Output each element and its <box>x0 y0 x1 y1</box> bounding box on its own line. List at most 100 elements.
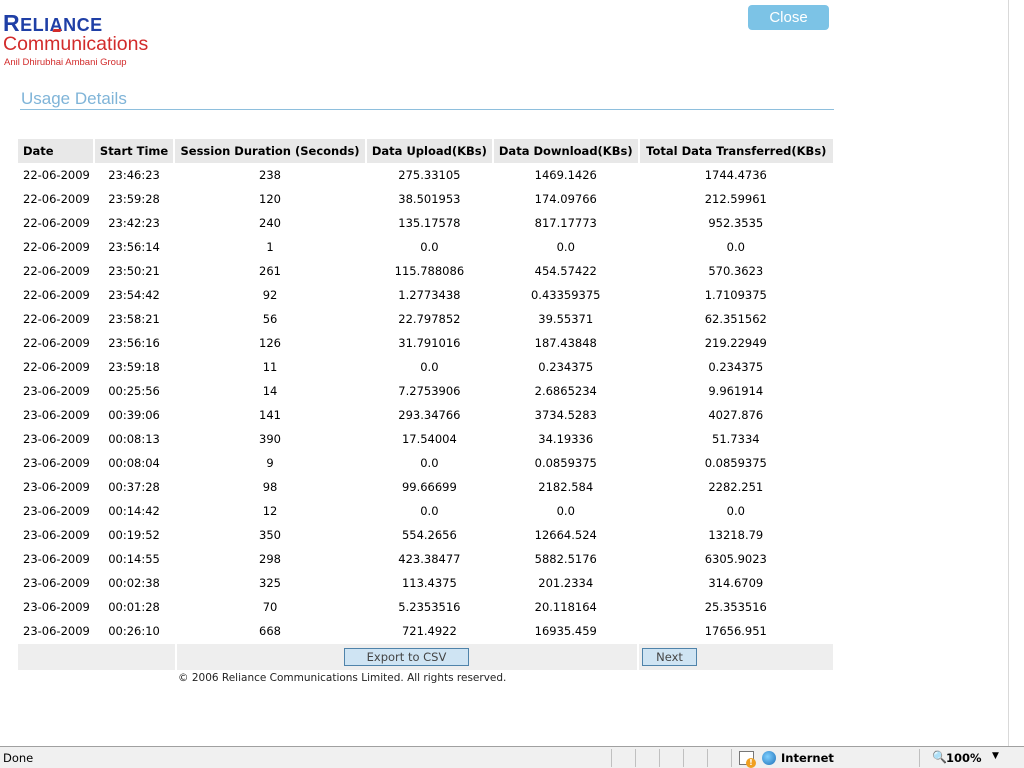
table-footer: Export to CSV Next <box>18 644 833 670</box>
footer-divider <box>175 644 177 670</box>
cell-start-time: 00:01:28 <box>108 600 160 614</box>
cell-upload: 0.0 <box>420 240 439 254</box>
status-separator <box>659 749 660 767</box>
browser-status-bar: Done Internet 🔍 100% ▼ <box>0 746 1024 768</box>
table-row: 23-06-2009 00:37:28 98 99.66699 2182.584 2282… <box>18 475 833 499</box>
cell-download: 2182.584 <box>538 480 594 494</box>
reliance-logo: RELIANCE Communications Anil Dhirubhai A… <box>3 10 173 72</box>
cell-start-time: 23:59:18 <box>108 360 160 374</box>
cell-start-time: 00:37:28 <box>108 480 160 494</box>
cell-start-time: 00:25:56 <box>108 384 160 398</box>
status-separator <box>707 749 708 767</box>
cell-start-time: 23:56:14 <box>108 240 160 254</box>
cell-date: 22-06-2009 <box>23 192 90 206</box>
title-divider <box>20 109 834 110</box>
cell-total: 0.0 <box>726 240 745 254</box>
column-header-download: Data Download(KBs) <box>491 139 639 163</box>
cell-download: 1469.1426 <box>534 168 597 182</box>
status-text: Done <box>3 751 34 765</box>
cell-start-time: 00:19:52 <box>108 528 160 542</box>
cell-duration: 325 <box>259 576 281 590</box>
table-row: 23-06-2009 00:14:42 12 0.0 0.0 0.0 <box>18 499 833 523</box>
cell-date: 22-06-2009 <box>23 360 90 374</box>
globe-icon <box>762 751 776 765</box>
table-row: 23-06-2009 00:19:52 350 554.2656 12664.524 13… <box>18 523 833 547</box>
cell-download: 0.0 <box>556 240 575 254</box>
protected-mode-icon[interactable] <box>739 751 756 768</box>
zoom-icon: 🔍 <box>932 750 947 764</box>
table-row: 22-06-2009 23:56:16 126 31.791016 187.43848 2… <box>18 331 833 355</box>
cell-download: 201.2334 <box>538 576 594 590</box>
cell-start-time: 00:39:06 <box>108 408 160 422</box>
zoom-dropdown-icon[interactable]: ▼ <box>992 751 999 761</box>
cell-total: 0.0859375 <box>704 456 767 470</box>
cell-download: 2.6865234 <box>534 384 597 398</box>
cell-start-time: 00:14:55 <box>108 552 160 566</box>
cell-duration: 9 <box>266 456 274 470</box>
vertical-scrollbar[interactable] <box>1008 0 1024 746</box>
cell-duration: 240 <box>259 216 281 230</box>
cell-duration: 668 <box>259 624 281 638</box>
copyright-text: © 2006 Reliance Communications Limited. … <box>178 672 507 684</box>
cell-duration: 126 <box>259 336 281 350</box>
footer-divider <box>637 644 639 670</box>
status-separator <box>731 749 732 767</box>
cell-download: 16935.459 <box>534 624 597 638</box>
cell-total: 0.234375 <box>708 360 764 374</box>
cell-upload: 135.17578 <box>398 216 461 230</box>
cell-download: 12664.524 <box>534 528 597 542</box>
cell-duration: 261 <box>259 264 281 278</box>
cell-total: 1.7109375 <box>704 288 767 302</box>
export-csv-button[interactable]: Export to CSV <box>344 648 469 666</box>
logo-group-name: Anil Dhirubhai Ambani Group <box>4 57 127 68</box>
cell-upload: 5.2353516 <box>398 600 461 614</box>
cell-date: 23-06-2009 <box>23 552 90 566</box>
cell-date: 23-06-2009 <box>23 480 90 494</box>
page-title: Usage Details <box>21 89 127 108</box>
cell-total: 25.353516 <box>704 600 767 614</box>
cell-upload: 38.501953 <box>398 192 461 206</box>
cell-date: 23-06-2009 <box>23 624 90 638</box>
cell-date: 22-06-2009 <box>23 336 90 350</box>
cell-upload: 22.797852 <box>398 312 461 326</box>
cell-upload: 0.0 <box>420 456 439 470</box>
next-page-button[interactable]: Next <box>642 648 697 666</box>
cell-date: 22-06-2009 <box>23 216 90 230</box>
cell-date: 22-06-2009 <box>23 312 90 326</box>
cell-duration: 1 <box>266 240 274 254</box>
status-separator <box>919 749 920 767</box>
logo-subtitle: Communications <box>3 33 149 55</box>
table-row: 23-06-2009 00:02:38 325 113.4375 201.2334 314… <box>18 571 833 595</box>
cell-duration: 298 <box>259 552 281 566</box>
cell-total: 314.6709 <box>708 576 764 590</box>
table-row: 22-06-2009 23:50:21 261 115.788086 454.57422… <box>18 259 833 283</box>
cell-total: 4027.876 <box>708 408 764 422</box>
table-row: 22-06-2009 23:54:42 92 1.2773438 0.43359375 1… <box>18 283 833 307</box>
cell-upload: 99.66699 <box>401 480 457 494</box>
cell-download: 5882.5176 <box>534 552 597 566</box>
table-header-row: Date Start Time Session Duration (Second… <box>18 139 833 163</box>
column-header-date: Date <box>18 139 94 163</box>
cell-upload: 275.33105 <box>398 168 461 182</box>
cell-total: 9.961914 <box>708 384 764 398</box>
cell-download: 39.55371 <box>538 312 594 326</box>
status-separator <box>635 749 636 767</box>
cell-date: 23-06-2009 <box>23 408 90 422</box>
close-button[interactable]: Close <box>748 5 829 30</box>
cell-date: 23-06-2009 <box>23 600 90 614</box>
cell-upload: 7.2753906 <box>398 384 461 398</box>
cell-start-time: 23:56:16 <box>108 336 160 350</box>
cell-download: 3734.5283 <box>534 408 597 422</box>
cell-total: 219.22949 <box>704 336 767 350</box>
cell-total: 0.0 <box>726 504 745 518</box>
status-separator <box>683 749 684 767</box>
security-zone-label[interactable]: Internet <box>781 751 834 765</box>
cell-download: 817.17773 <box>534 216 597 230</box>
zoom-level[interactable]: 100% <box>946 751 982 765</box>
cell-start-time: 23:46:23 <box>108 168 160 182</box>
table-row: 23-06-2009 00:39:06 141 293.34766 3734.5283 4… <box>18 403 833 427</box>
cell-download: 187.43848 <box>534 336 597 350</box>
cell-duration: 98 <box>262 480 278 494</box>
table-row: 23-06-2009 00:25:56 14 7.2753906 2.6865234 9.… <box>18 379 833 403</box>
cell-download: 0.0859375 <box>534 456 597 470</box>
